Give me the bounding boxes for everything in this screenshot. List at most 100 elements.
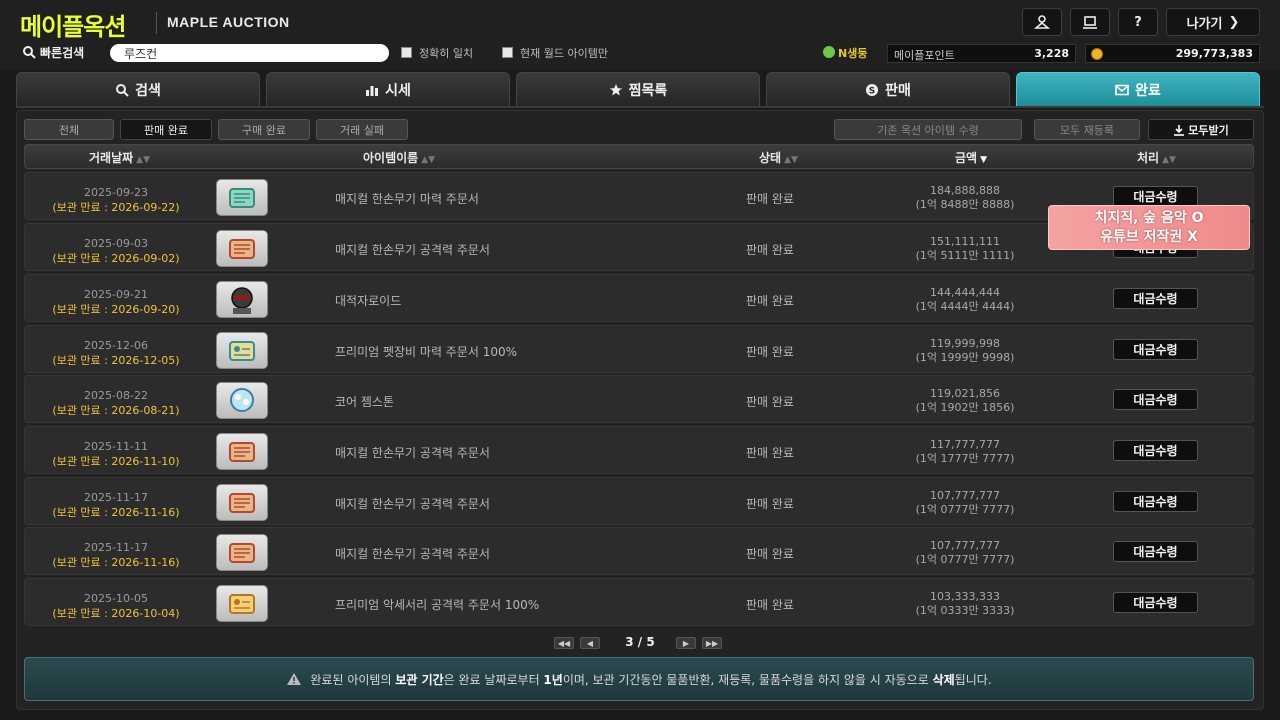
table-row: 2025-10-05 (보관 만료 : 2026-10-04) 프리미엄 악세서리… [24,578,1254,626]
core-gemstone-icon [216,382,268,419]
receive-payment-button[interactable]: 대금수령 [1113,440,1198,461]
tab-complete[interactable]: 완료 [1016,72,1260,106]
row-amount-korean: (1억 1902만 1856) [915,401,1015,414]
mailbox-button[interactable] [1070,8,1110,36]
tab-sell[interactable]: S 판매 [766,72,1010,106]
exit-button[interactable]: 나가기 ❯ [1166,8,1260,36]
row-status: 판매 완료 [746,497,794,511]
row-item-name[interactable]: 대적자로이드 [335,292,401,309]
row-amount-korean: (1억 1777만 7777) [915,452,1015,465]
row-amount: 151,111,111 [930,235,1000,248]
maple-point-value: 3,228 [1034,47,1069,60]
warning-icon [287,673,302,685]
table-row: 2025-12-06 (보관 만료 : 2026-12-05) 프리미엄 펫장비 … [24,325,1254,373]
bar-chart-icon [366,85,379,96]
row-expiry: (보관 만료 : 2026-11-16) [52,506,180,519]
row-item-name[interactable]: 프리미엄 펫장비 마력 주문서 100% [335,343,517,360]
tab-complete-label: 완료 [1135,82,1161,99]
filter-failed[interactable]: 거래 실패 [316,119,408,140]
receive-payment-button[interactable]: 대금수령 [1113,592,1198,613]
row-expiry: (보관 만료 : 2026-11-16) [52,556,180,569]
tab-market-price[interactable]: 시세 [266,72,510,106]
row-item-name[interactable]: 매지컬 한손무기 공격력 주문서 [335,495,490,512]
receive-payment-button[interactable]: 대금수령 [1113,389,1198,410]
android-icon [216,281,268,318]
overlay-line-1: 치지직, 숲 음악 O [1094,210,1204,226]
filter-bought[interactable]: 구매 완료 [218,119,310,140]
overlay-line-2: 유튜브 저작권 X [1100,229,1198,245]
sort-icon: ▲▼ [784,155,798,165]
row-item-name[interactable]: 매지컬 한손무기 공격력 주문서 [335,241,490,258]
col-process[interactable]: 처리 ▲▼ [1137,149,1176,166]
row-item-name[interactable]: 프리미엄 악세서리 공격력 주문서 100% [335,596,539,613]
nsec-icon [823,46,835,58]
logo-divider [156,12,157,34]
next-page-button[interactable]: ▶ [676,637,696,649]
row-amount: 107,777,777 [930,489,1000,502]
row-expiry: (보관 만료 : 2026-10-04) [52,607,180,620]
col-name[interactable]: 아이템이름 ▲▼ [363,149,435,166]
exact-match-label: 정확히 일치 [419,47,474,60]
exit-button-label: 나가기 [1186,16,1223,32]
receive-existing-button[interactable]: 기존 옥션 아이템 수령 [834,119,1022,140]
profile-button[interactable] [1022,8,1062,36]
row-amount: 184,888,888 [930,184,1000,197]
quick-search-label: 빠른검색 [40,46,85,60]
first-page-button[interactable]: ◀◀ [554,637,574,649]
quick-search-input[interactable] [110,44,389,62]
row-item-name[interactable]: 매지컬 한손무기 공격력 주문서 [335,545,490,562]
row-date: 2025-11-17 [84,541,148,554]
mail-check-icon [1115,84,1129,95]
current-world-checkbox[interactable] [502,47,513,58]
row-status: 판매 완료 [746,243,794,257]
row-item-name[interactable]: 매지컬 한손무기 마력 주문서 [335,190,479,207]
row-date: 2025-12-06 [84,339,148,352]
receive-payment-button[interactable]: 대금수령 [1113,541,1198,562]
col-status[interactable]: 상태 ▲▼ [759,149,798,166]
col-status-label: 상태 [759,151,782,165]
sort-desc-icon: ▼ [980,155,988,165]
row-amount: 144,444,444 [930,286,1000,299]
tab-wishlist[interactable]: 찜목록 [516,72,760,106]
help-button[interactable]: ? [1118,8,1158,36]
sort-icon: ▲▼ [421,155,436,165]
row-amount-korean: (1억 0777만 7777) [915,553,1015,566]
sort-icon: ▲▼ [136,155,151,165]
prev-page-button[interactable]: ◀ [580,637,600,649]
row-status: 판매 완료 [746,446,794,460]
storage-notice: 완료된 아이템의 보관 기간은 완료 날짜로부터 1년이며, 보관 기간동안 물… [24,657,1254,701]
row-amount: 119,021,856 [930,387,1000,400]
row-date: 2025-10-05 [84,592,148,605]
filter-sold[interactable]: 판매 완료 [120,119,212,140]
col-amount[interactable]: 금액 ▼ [955,149,987,166]
row-amount-korean: (1억 0333만 3333) [915,604,1015,617]
filter-all[interactable]: 전체 [24,119,114,140]
receive-payment-button[interactable]: 대금수령 [1113,186,1198,207]
receive-payment-button[interactable]: 대금수령 [1113,491,1198,512]
table-header: 거래날짜 ▲▼ 아이템이름 ▲▼ 상태 ▲▼ 금액 ▼ 처리 ▲▼ [24,144,1254,169]
row-item-name[interactable]: 코어 젬스톤 [335,393,394,410]
col-amount-label: 금액 [955,151,978,165]
tab-market-price-label: 시세 [385,82,411,99]
receive-payment-button[interactable]: 대금수령 [1113,339,1198,360]
receive-all-button[interactable]: 모두받기 [1148,119,1254,140]
row-amount-korean: (1억 4444만 4444) [915,300,1015,313]
reregister-all-button[interactable]: 모두 재등록 [1034,119,1140,140]
col-date[interactable]: 거래날짜 ▲▼ [89,149,150,166]
row-amount: 103,333,333 [930,590,1000,603]
last-page-button[interactable]: ▶▶ [702,637,722,649]
scroll-gold-icon [216,585,268,622]
tab-search[interactable]: 검색 [16,72,260,106]
table-row: 2025-11-17 (보관 만료 : 2026-11-16) 매지컬 한손무기 … [24,527,1254,575]
sort-icon: ▲▼ [1162,155,1176,165]
row-item-name[interactable]: 매지컬 한손무기 공격력 주문서 [335,444,490,461]
row-date: 2025-09-21 [84,288,148,301]
exact-match-checkbox[interactable] [401,47,412,58]
receive-payment-button[interactable]: 대금수령 [1113,288,1198,309]
row-expiry: (보관 만료 : 2026-09-22) [52,201,180,214]
row-amount: 117,777,777 [930,438,1000,451]
sell-coin-icon: S [866,83,879,96]
tab-underline [16,106,1264,108]
row-amount: 107,777,777 [930,539,1000,552]
download-icon [1174,124,1185,136]
